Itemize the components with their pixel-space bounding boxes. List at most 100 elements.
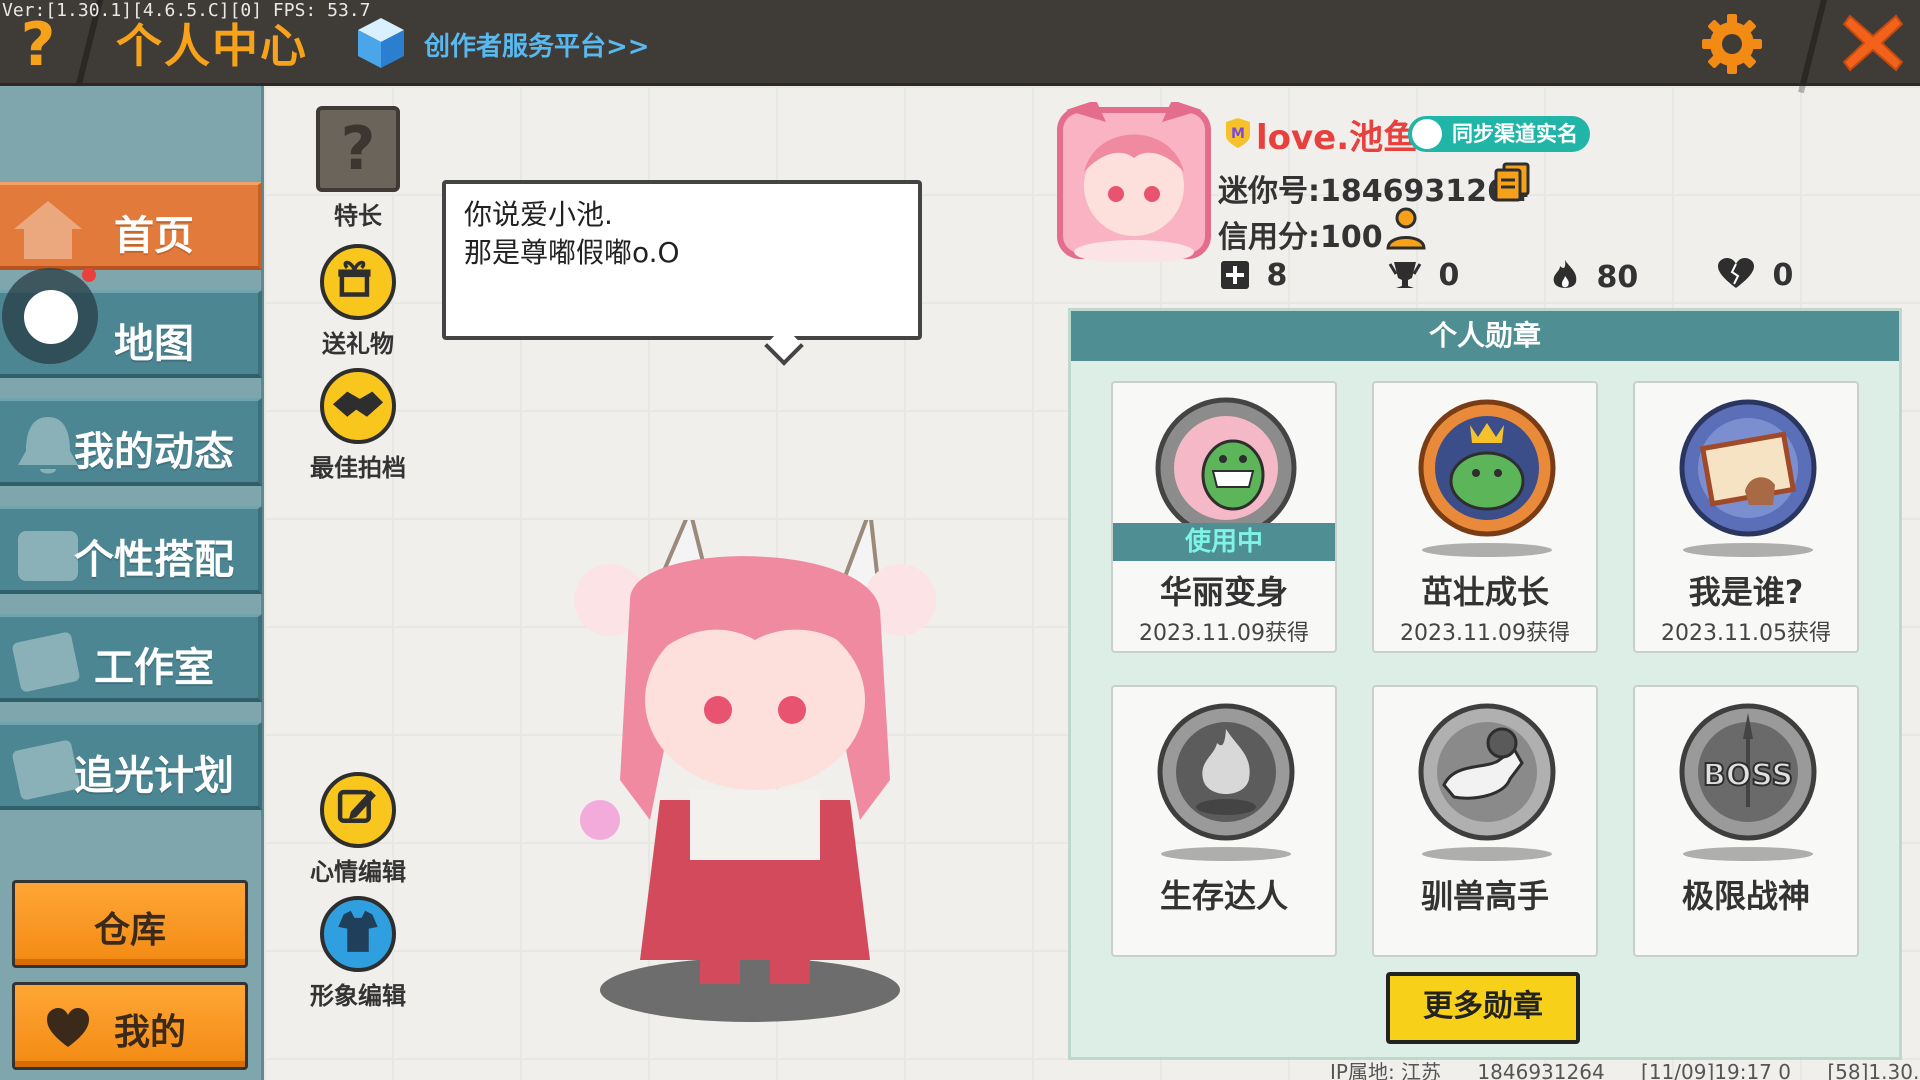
close-icon[interactable] <box>1840 10 1906 76</box>
plus-box-icon <box>1221 261 1249 289</box>
avatar[interactable] <box>1056 102 1212 262</box>
id-card-medal-icon <box>1679 399 1817 537</box>
sidebar-item-home[interactable]: 首页 <box>0 182 262 270</box>
footer-version: [58]1.30.1 <box>1827 1060 1920 1080</box>
best-partner-label: 最佳拍档 <box>310 454 406 482</box>
sidebar-item-chase-light[interactable]: 追光计划 <box>0 722 262 810</box>
speech-bubble[interactable]: 你说爱小池. 那是尊嘟假嘟o.O <box>442 180 922 340</box>
growth-medal-icon <box>1418 399 1556 537</box>
copy-icon[interactable] <box>1494 162 1530 202</box>
mine-label: 我的 <box>113 1012 186 1053</box>
medal-date: 2023.11.09获得 <box>1400 621 1570 646</box>
warehouse-label: 仓库 <box>93 910 166 951</box>
mood-edit-button[interactable]: 心情编辑 <box>303 772 413 887</box>
medal-card[interactable]: 驯兽高手 <box>1372 685 1598 957</box>
stat-cup: 0 <box>1388 258 1459 293</box>
footer-time: [11/09]19:17 0 <box>1641 1060 1791 1080</box>
question-box-icon: ? <box>316 106 400 192</box>
warehouse-button[interactable]: 仓库 <box>12 880 248 968</box>
stat-heart-value: 0 <box>1772 258 1794 293</box>
in-use-badge: 使用中 <box>1113 523 1335 561</box>
sidebar-item-label: 首页 <box>114 213 194 259</box>
sidebar-item-label: 工作室 <box>94 645 214 691</box>
medal-panel-header: 个人勋章 <box>1071 311 1899 361</box>
gift-icon <box>320 244 396 320</box>
credit-score: 信用分:100 <box>1218 220 1383 255</box>
sync-realname-label: 同步渠道实名 <box>1452 122 1578 146</box>
send-gift-label: 送礼物 <box>322 330 394 358</box>
specialty-label: 特长 <box>334 202 382 230</box>
medal-name: 生存达人 <box>1159 877 1288 915</box>
best-partner-button[interactable]: 最佳拍档 <box>303 368 413 483</box>
medal-shadow <box>1161 847 1291 861</box>
medal-shadow <box>1422 847 1552 861</box>
mood-edit-label: 心情编辑 <box>310 858 406 886</box>
medal-shadow <box>1422 543 1552 557</box>
more-medals-button[interactable]: 更多勋章 <box>1386 972 1580 1044</box>
joystick[interactable] <box>2 268 98 364</box>
gear-icon[interactable] <box>1700 12 1764 76</box>
divider <box>1797 0 1829 94</box>
medal-name: 华丽变身 <box>1159 573 1288 611</box>
handshake-icon <box>320 368 396 444</box>
creator-platform-link[interactable]: 创作者服务平台>> <box>424 26 650 63</box>
medal-shadow <box>1683 847 1813 861</box>
footer-info: IP属地: 江苏 1846931264 [11/09]19:17 0 [58]1… <box>1330 1056 1920 1080</box>
medal-name: 茁壮成长 <box>1420 573 1549 611</box>
credit-person-icon[interactable] <box>1384 206 1428 250</box>
sidebar-item-activity[interactable]: 我的动态 <box>0 398 262 486</box>
medal-card[interactable]: BOSS 极限战神 <box>1633 685 1859 957</box>
sidebar-item-outfit[interactable]: 个性搭配 <box>0 506 262 594</box>
specialty-button[interactable]: ? 特长 <box>303 106 413 231</box>
ip-location: IP属地: 江苏 <box>1330 1060 1442 1080</box>
edit-icon <box>320 772 396 848</box>
mini-id: 迷你号:1846931264 <box>1218 174 1529 209</box>
image-edit-button[interactable]: 形象编辑 <box>303 896 413 1011</box>
stat-plus-value: 8 <box>1266 258 1288 293</box>
sidebar-item-studio[interactable]: 工作室 <box>0 614 262 702</box>
image-edit-label: 形象编辑 <box>310 982 406 1010</box>
help-button[interactable]: ? <box>8 12 68 78</box>
bubble-line-1: 你说爱小池. <box>464 198 613 231</box>
medal-card[interactable]: 茁壮成长 2023.11.09获得 <box>1372 381 1598 653</box>
boss-medal-icon: BOSS <box>1679 703 1817 841</box>
bubble-line-2: 那是尊嘟假嘟o.O <box>464 236 680 269</box>
medal-name: 我是谁? <box>1688 573 1804 611</box>
stat-fire: 80 <box>1550 258 1638 295</box>
medal-card[interactable]: 使用中 华丽变身 2023.11.09获得 <box>1111 381 1337 653</box>
mine-button[interactable]: 我的 <box>12 982 248 1070</box>
heart-break-icon <box>1718 258 1754 288</box>
svg-text:M: M <box>1231 126 1245 142</box>
stat-fire-value: 80 <box>1596 260 1639 295</box>
footer-id: 1846931264 <box>1477 1060 1605 1080</box>
sidebar-item-label: 我的动态 <box>74 429 234 475</box>
sidebar-item-label: 追光计划 <box>74 753 234 799</box>
send-gift-button[interactable]: 送礼物 <box>303 244 413 359</box>
medal-panel: 个人勋章 使用中 华丽变身 2023.11.09获得 茁壮成长 2023.11.… <box>1068 308 1902 1060</box>
player-character[interactable] <box>540 520 980 1040</box>
medal-shadow <box>1683 543 1813 557</box>
medal-name: 极限战神 <box>1681 877 1810 915</box>
fire-icon <box>1553 260 1577 288</box>
vip-badge-icon: M <box>1226 118 1250 148</box>
medal-card[interactable]: 我是谁? 2023.11.05获得 <box>1633 381 1859 653</box>
joystick-knob[interactable] <box>24 290 78 344</box>
debug-info: Ver:[1.30.1][4.6.5.C][0] FPS: 53.7 <box>2 0 371 21</box>
campfire-medal-icon <box>1157 703 1295 841</box>
medal-card[interactable]: 生存达人 <box>1111 685 1337 957</box>
medal-name: 驯兽高手 <box>1420 877 1549 915</box>
cube-icon <box>358 18 404 68</box>
sync-realname-button[interactable]: 同步渠道实名 <box>1408 116 1590 152</box>
top-bar: ? 个人中心 创作者服务平台>> Ver:[1.30.1][4.6.5.C][0… <box>0 0 1920 94</box>
stat-heart: 0 <box>1716 258 1793 293</box>
trophy-icon <box>1388 262 1422 288</box>
sidebar-item-label: 个性搭配 <box>74 537 234 583</box>
medal-date: 2023.11.09获得 <box>1139 621 1309 646</box>
user-check-icon <box>1412 119 1442 149</box>
username: love.池鱼 <box>1256 118 1418 158</box>
stat-cup-value: 0 <box>1438 258 1460 293</box>
stat-plus: 8 <box>1220 258 1287 293</box>
shirt-icon <box>320 896 396 972</box>
notification-dot <box>82 268 96 282</box>
medal-date: 2023.11.05获得 <box>1661 621 1831 646</box>
